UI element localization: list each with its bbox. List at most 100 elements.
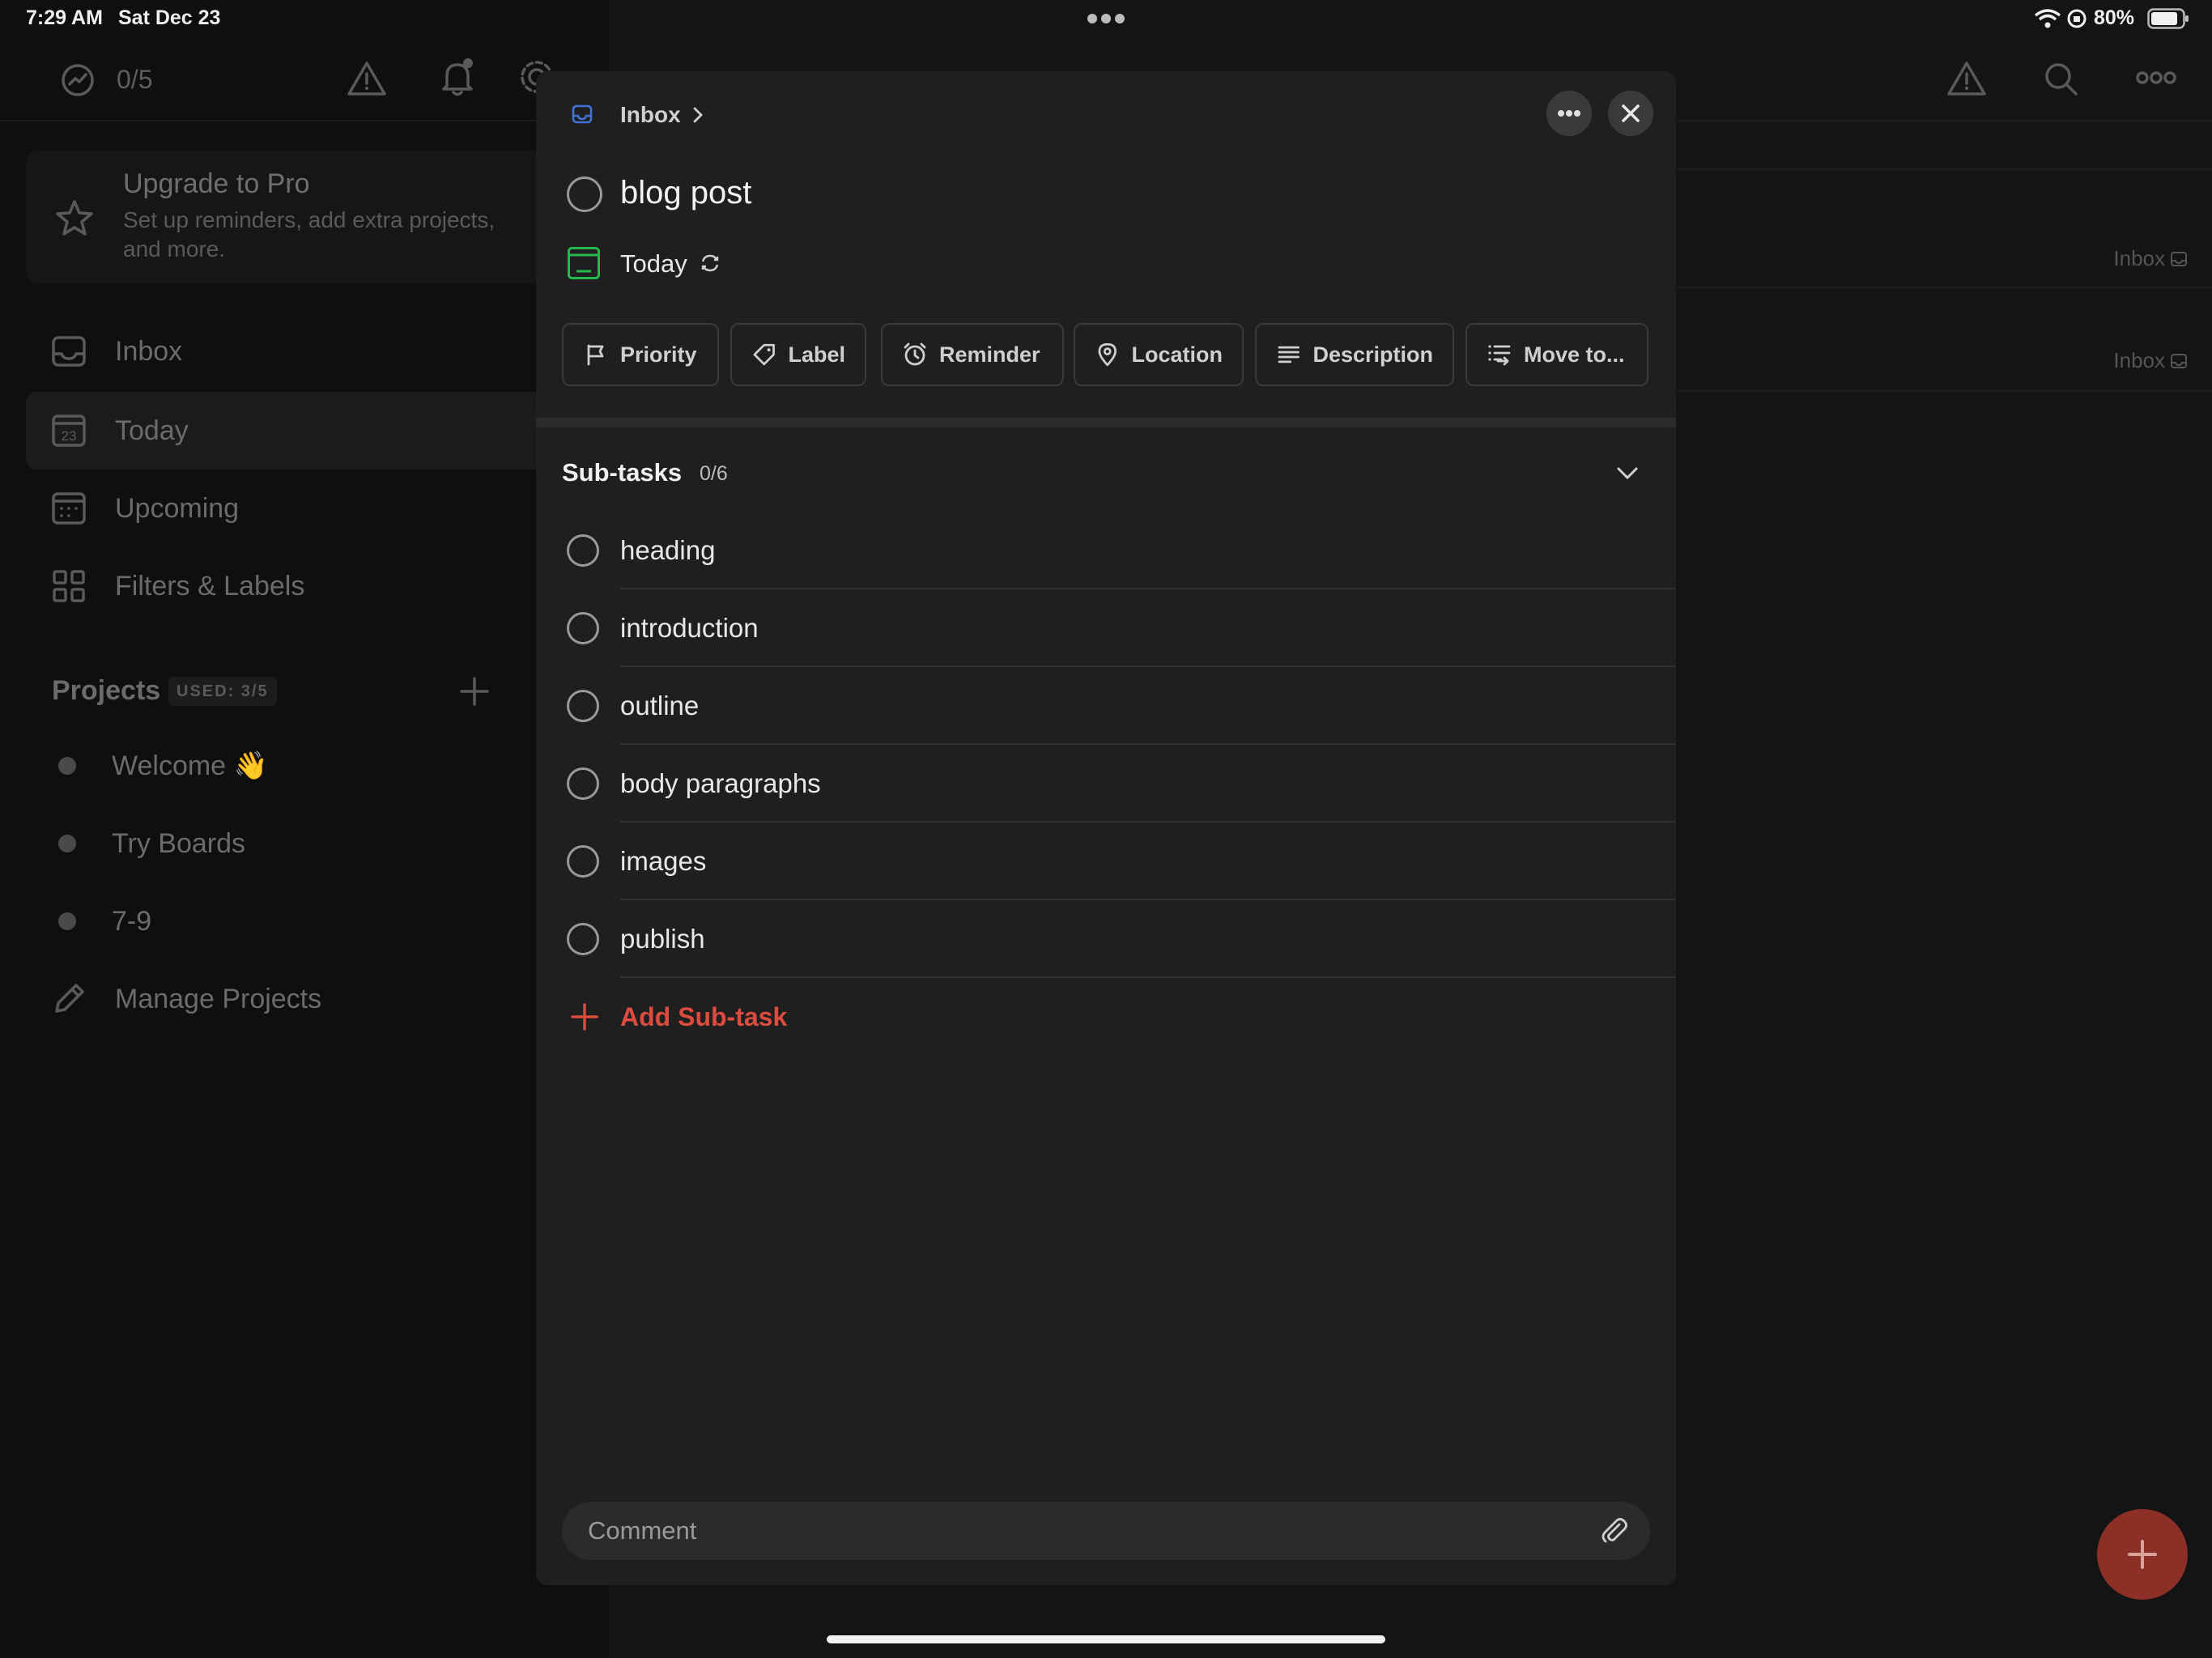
multitasking-dots-icon[interactable] <box>1087 13 1125 24</box>
star-icon <box>55 199 94 236</box>
comment-placeholder: Comment <box>588 1516 697 1545</box>
subtask-checkbox[interactable] <box>567 690 599 722</box>
recurring-icon <box>700 253 721 274</box>
upgrade-title: Upgrade to Pro <box>123 168 310 199</box>
subtasks-count: 0/6 <box>700 462 728 485</box>
wifi-icon <box>2034 8 2061 29</box>
projects-usage-badge: USED: 3/5 <box>168 677 277 706</box>
project-label: Try Boards <box>112 827 246 859</box>
warning-icon[interactable] <box>347 60 387 97</box>
due-date-icon <box>567 246 601 280</box>
inbox-icon <box>570 102 594 126</box>
subtask-label: body paragraphs <box>620 768 821 798</box>
manage-projects[interactable]: Manage Projects <box>26 960 544 1038</box>
sidebar-item-today[interactable]: 23 Today <box>26 392 544 470</box>
description-label: Description <box>1312 342 1433 367</box>
description-button[interactable]: Description <box>1255 323 1454 386</box>
location-label: Location <box>1131 342 1223 367</box>
location-button[interactable]: Location <box>1074 323 1244 386</box>
calendar-upcoming-icon <box>52 492 86 525</box>
grid-icon <box>53 570 85 602</box>
battery-icon <box>2147 8 2189 29</box>
more-actions-button[interactable] <box>1546 91 1592 136</box>
complete-task-checkbox[interactable] <box>567 176 602 212</box>
move-to-button[interactable]: Move to... <box>1465 323 1648 386</box>
productivity-icon[interactable] <box>60 62 96 98</box>
breadcrumb-project[interactable]: Inbox <box>620 102 681 128</box>
reminder-label: Reminder <box>939 342 1040 367</box>
subtask-row[interactable]: images <box>536 823 1676 900</box>
upgrade-card[interactable]: Upgrade to Pro Set up reminders, add ext… <box>26 151 544 283</box>
plus-icon <box>571 1003 598 1031</box>
karma-count: 0/5 <box>117 65 153 94</box>
sidebar-item-upcoming[interactable]: Upcoming <box>26 470 544 547</box>
sidebar-item-label: Inbox <box>115 335 183 367</box>
task-project-label: Inbox <box>2113 348 2165 372</box>
upgrade-subtitle-2: and more. <box>123 236 226 261</box>
subtask-row[interactable]: introduction <box>536 589 1676 667</box>
manage-projects-label: Manage Projects <box>115 983 322 1014</box>
project-color-dot <box>58 912 76 930</box>
battery-percent: 80% <box>2094 6 2135 29</box>
subtask-label: images <box>620 846 707 876</box>
add-task-fab[interactable] <box>2097 1509 2188 1600</box>
chevron-down-icon[interactable] <box>1614 463 1640 483</box>
attachment-icon[interactable] <box>1598 1515 1631 1547</box>
task-project-tag: Inbox <box>2113 348 2188 373</box>
notifications-icon[interactable] <box>437 57 478 99</box>
subtask-checkbox[interactable] <box>567 923 599 955</box>
label-button[interactable]: Label <box>730 323 866 386</box>
task-title[interactable]: blog post <box>620 175 751 211</box>
project-label: Welcome 👋 <box>112 750 268 781</box>
task-project-tag: Inbox <box>2113 246 2188 271</box>
more-options-icon[interactable] <box>2136 68 2176 87</box>
close-button[interactable] <box>1608 91 1653 136</box>
subtask-label: heading <box>620 535 716 565</box>
sidebar-item-filters-labels[interactable]: Filters & Labels <box>26 547 544 625</box>
warning-icon-right[interactable] <box>1946 60 1987 97</box>
close-icon <box>1622 104 1640 122</box>
project-item[interactable]: Welcome 👋 <box>26 727 544 805</box>
priority-button[interactable]: Priority <box>562 323 719 386</box>
subtask-label: outline <box>620 691 700 721</box>
project-item[interactable]: Try Boards <box>26 805 544 882</box>
sidebar-item-label: Upcoming <box>115 492 240 524</box>
add-subtask-label: Add Sub-task <box>620 1002 788 1031</box>
subtasks-title: Sub-tasks <box>562 458 683 487</box>
sidebar-item-label: Filters & Labels <box>115 570 305 602</box>
flag-icon <box>587 344 604 366</box>
subtask-row[interactable]: body paragraphs <box>536 745 1676 823</box>
location-pin-icon <box>1098 342 1117 367</box>
home-indicator[interactable] <box>827 1635 1385 1643</box>
subtask-row[interactable]: outline <box>536 667 1676 745</box>
alarm-clock-icon <box>904 342 926 366</box>
status-time: 7:29 AM <box>26 6 103 29</box>
reminder-button[interactable]: Reminder <box>881 323 1064 386</box>
projects-title: Projects <box>52 675 161 706</box>
calendar-today-icon: 23 <box>52 414 86 447</box>
subtask-checkbox[interactable] <box>567 845 599 878</box>
project-color-dot <box>58 757 76 775</box>
subtask-checkbox[interactable] <box>567 612 599 644</box>
add-project-icon[interactable] <box>458 675 491 708</box>
subtask-checkbox[interactable] <box>567 534 599 567</box>
comment-input[interactable]: Comment <box>562 1502 1650 1560</box>
subtask-checkbox[interactable] <box>567 767 599 800</box>
task-project-label: Inbox <box>2113 246 2165 270</box>
tag-icon <box>753 343 775 366</box>
project-color-dot <box>58 835 76 852</box>
subtask-row[interactable]: publish <box>536 900 1676 978</box>
subtask-label: publish <box>620 924 705 954</box>
due-date-label[interactable]: Today <box>620 249 687 278</box>
upgrade-subtitle-1: Set up reminders, add extra projects, <box>123 207 496 232</box>
sidebar-item-inbox[interactable]: Inbox <box>26 312 544 390</box>
subtask-row[interactable]: heading <box>536 512 1676 589</box>
orientation-lock-icon <box>2066 8 2087 29</box>
inbox-icon <box>2171 251 2187 266</box>
project-label: 7-9 <box>112 905 152 937</box>
text-lines-icon <box>1278 346 1300 363</box>
add-subtask-button[interactable]: Add Sub-task <box>562 978 886 1056</box>
search-icon[interactable] <box>2042 60 2081 99</box>
calendar-date: 23 <box>62 428 77 444</box>
project-item[interactable]: 7-9 <box>26 882 544 960</box>
